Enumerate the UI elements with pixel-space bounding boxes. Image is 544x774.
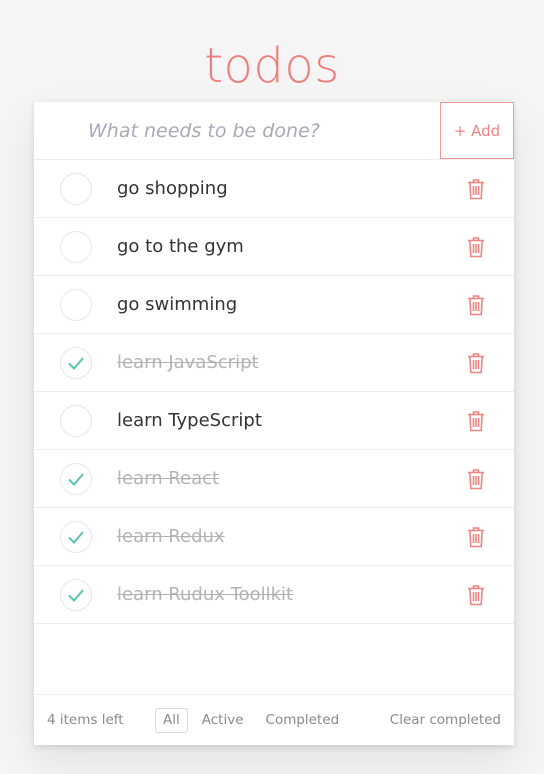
trash-icon bbox=[468, 527, 484, 548]
add-button[interactable]: + Add bbox=[440, 102, 514, 159]
trash-icon bbox=[468, 295, 484, 316]
todo-item: learn Redux bbox=[34, 508, 514, 566]
delete-button[interactable] bbox=[465, 583, 487, 607]
todo-item: learn React bbox=[34, 450, 514, 508]
delete-button[interactable] bbox=[465, 351, 487, 375]
todo-toggle[interactable] bbox=[60, 463, 92, 495]
todo-label: learn Rudux Toollkit bbox=[117, 584, 294, 605]
todo-label: go swimming bbox=[117, 294, 238, 315]
todo-item: go shopping bbox=[34, 160, 514, 218]
todo-label: go to the gym bbox=[117, 236, 244, 257]
todo-label: learn Redux bbox=[117, 526, 225, 547]
new-todo-header: + Add bbox=[34, 102, 514, 160]
clear-completed-button[interactable]: Clear completed bbox=[390, 695, 501, 746]
todo-toggle[interactable] bbox=[60, 347, 92, 379]
trash-icon bbox=[468, 411, 484, 432]
todo-label: learn JavaScript bbox=[117, 352, 259, 373]
filter-all[interactable]: All bbox=[155, 708, 188, 733]
trash-icon bbox=[468, 585, 484, 606]
new-todo-input[interactable] bbox=[34, 102, 440, 159]
filter-completed[interactable]: Completed bbox=[258, 708, 348, 733]
trash-icon bbox=[468, 179, 484, 200]
delete-button[interactable] bbox=[465, 525, 487, 549]
todo-item: learn Rudux Toollkit bbox=[34, 566, 514, 624]
todo-label: learn React bbox=[117, 468, 220, 489]
filter-tabs: All Active Completed bbox=[155, 708, 353, 733]
todo-label: learn TypeScript bbox=[117, 410, 262, 431]
todo-footer: 4 items left All Active Completed Clear … bbox=[34, 694, 514, 745]
todo-card: + Add go shopping go to the gym go bbox=[34, 102, 514, 745]
delete-button[interactable] bbox=[465, 235, 487, 259]
delete-button[interactable] bbox=[465, 409, 487, 433]
delete-button[interactable] bbox=[465, 467, 487, 491]
todo-toggle[interactable] bbox=[60, 173, 92, 205]
todo-item: go swimming bbox=[34, 276, 514, 334]
items-left-count: 4 items left bbox=[47, 712, 124, 728]
check-icon bbox=[68, 531, 84, 544]
todo-item: go to the gym bbox=[34, 218, 514, 276]
todo-toggle[interactable] bbox=[60, 231, 92, 263]
todo-item: learn TypeScript bbox=[34, 392, 514, 450]
trash-icon bbox=[468, 353, 484, 374]
check-icon bbox=[68, 357, 84, 370]
todo-toggle[interactable] bbox=[60, 289, 92, 321]
trash-icon bbox=[468, 469, 484, 490]
check-icon bbox=[68, 589, 84, 602]
todo-toggle[interactable] bbox=[60, 521, 92, 553]
filter-active[interactable]: Active bbox=[194, 708, 252, 733]
todo-toggle[interactable] bbox=[60, 579, 92, 611]
todo-list: go shopping go to the gym go swimming le… bbox=[34, 160, 514, 624]
app-title: todos bbox=[204, 38, 340, 94]
delete-button[interactable] bbox=[465, 177, 487, 201]
delete-button[interactable] bbox=[465, 293, 487, 317]
todo-label: go shopping bbox=[117, 178, 228, 199]
check-icon bbox=[68, 473, 84, 486]
todo-toggle[interactable] bbox=[60, 405, 92, 437]
todo-item: learn JavaScript bbox=[34, 334, 514, 392]
trash-icon bbox=[468, 237, 484, 258]
